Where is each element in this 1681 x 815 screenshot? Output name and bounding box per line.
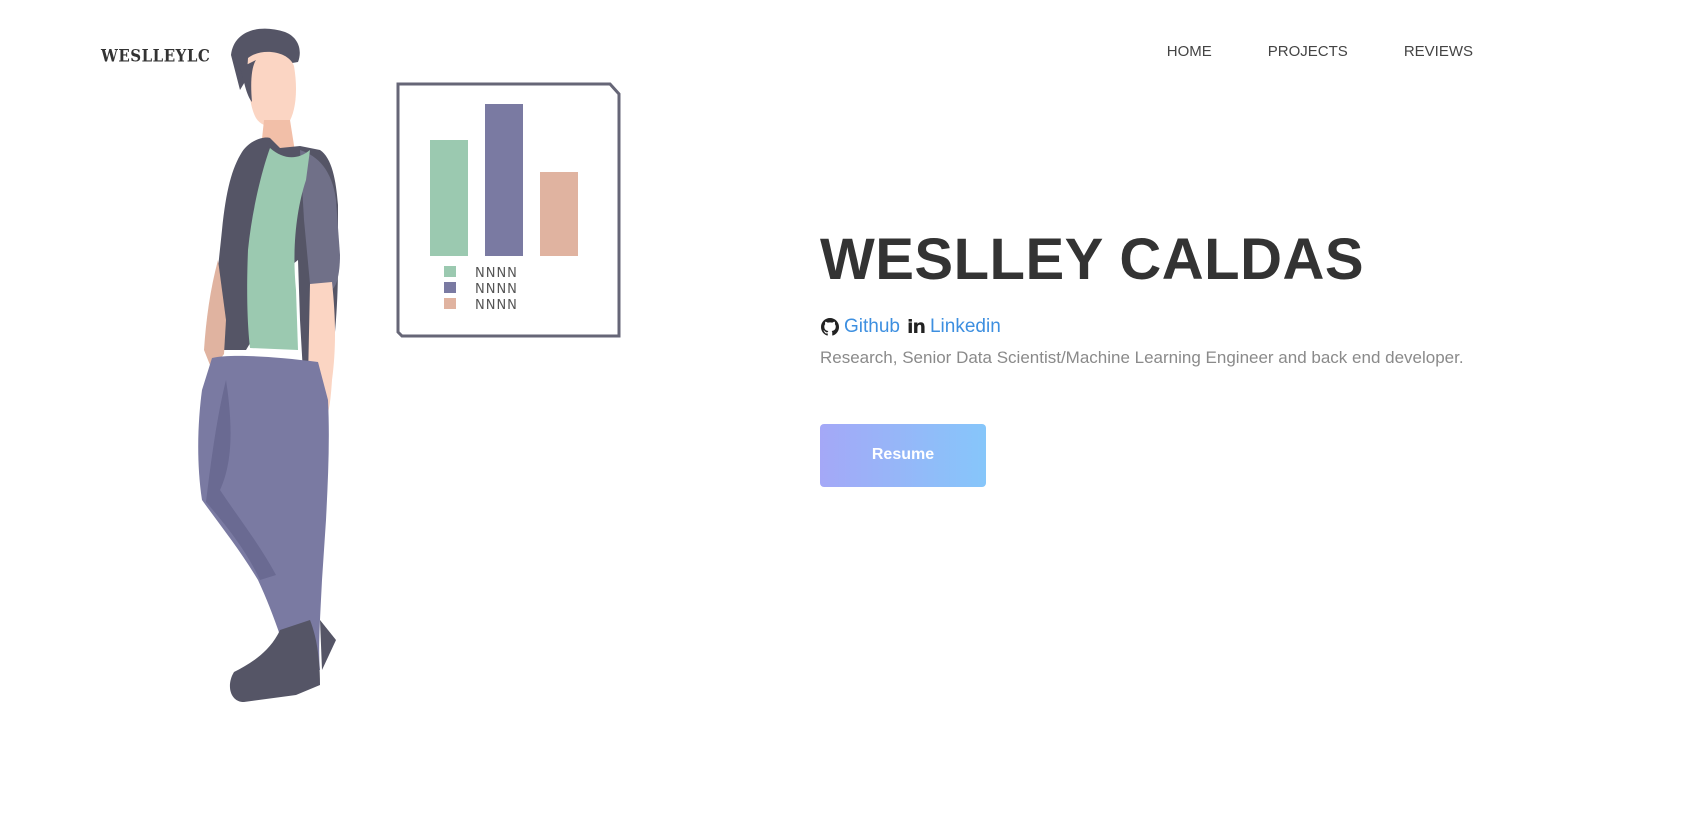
legend-swatch-peach — [444, 298, 456, 309]
legend-text-3: NNNN — [475, 298, 518, 313]
chart-bar-purple — [485, 104, 523, 256]
nav-home[interactable]: HOME — [1139, 43, 1240, 60]
linkedin-icon[interactable]: in — [906, 316, 926, 338]
chart-bar-peach — [540, 172, 578, 256]
chart-bar-green — [430, 140, 468, 256]
linkedin-link[interactable]: Linkedin — [930, 316, 1001, 338]
hero-tagline: Research, Senior Data Scientist/Machine … — [820, 347, 1464, 367]
github-link[interactable]: Github — [844, 316, 900, 338]
social-links: Github in Linkedin — [820, 316, 1464, 338]
top-nav: HOME PROJECTS REVIEWS — [1139, 43, 1501, 60]
hero-section: WESLLEY CALDAS Github in Linkedin Resear… — [820, 228, 1464, 487]
legend-swatch-green — [444, 266, 456, 277]
resume-button[interactable]: Resume — [820, 423, 986, 487]
legend-swatch-purple — [444, 282, 456, 293]
github-icon[interactable] — [820, 317, 840, 337]
nav-reviews[interactable]: REVIEWS — [1376, 43, 1501, 60]
hero-illustration: NNNN NNNN NNNN — [198, 28, 621, 702]
chart-board: NNNN NNNN NNNN — [396, 82, 621, 338]
nav-projects[interactable]: PROJECTS — [1240, 43, 1376, 60]
site-logo[interactable]: WESLLEYLC — [101, 46, 210, 66]
page: WESLLEYLC HOME PROJECTS REVIEWS NNNN NNN… — [0, 0, 1681, 815]
hero-title: WESLLEY CALDAS — [820, 227, 1365, 292]
legend-text-2: NNNN — [475, 282, 518, 297]
legend-text-1: NNNN — [475, 266, 518, 281]
person-figure — [198, 28, 340, 702]
